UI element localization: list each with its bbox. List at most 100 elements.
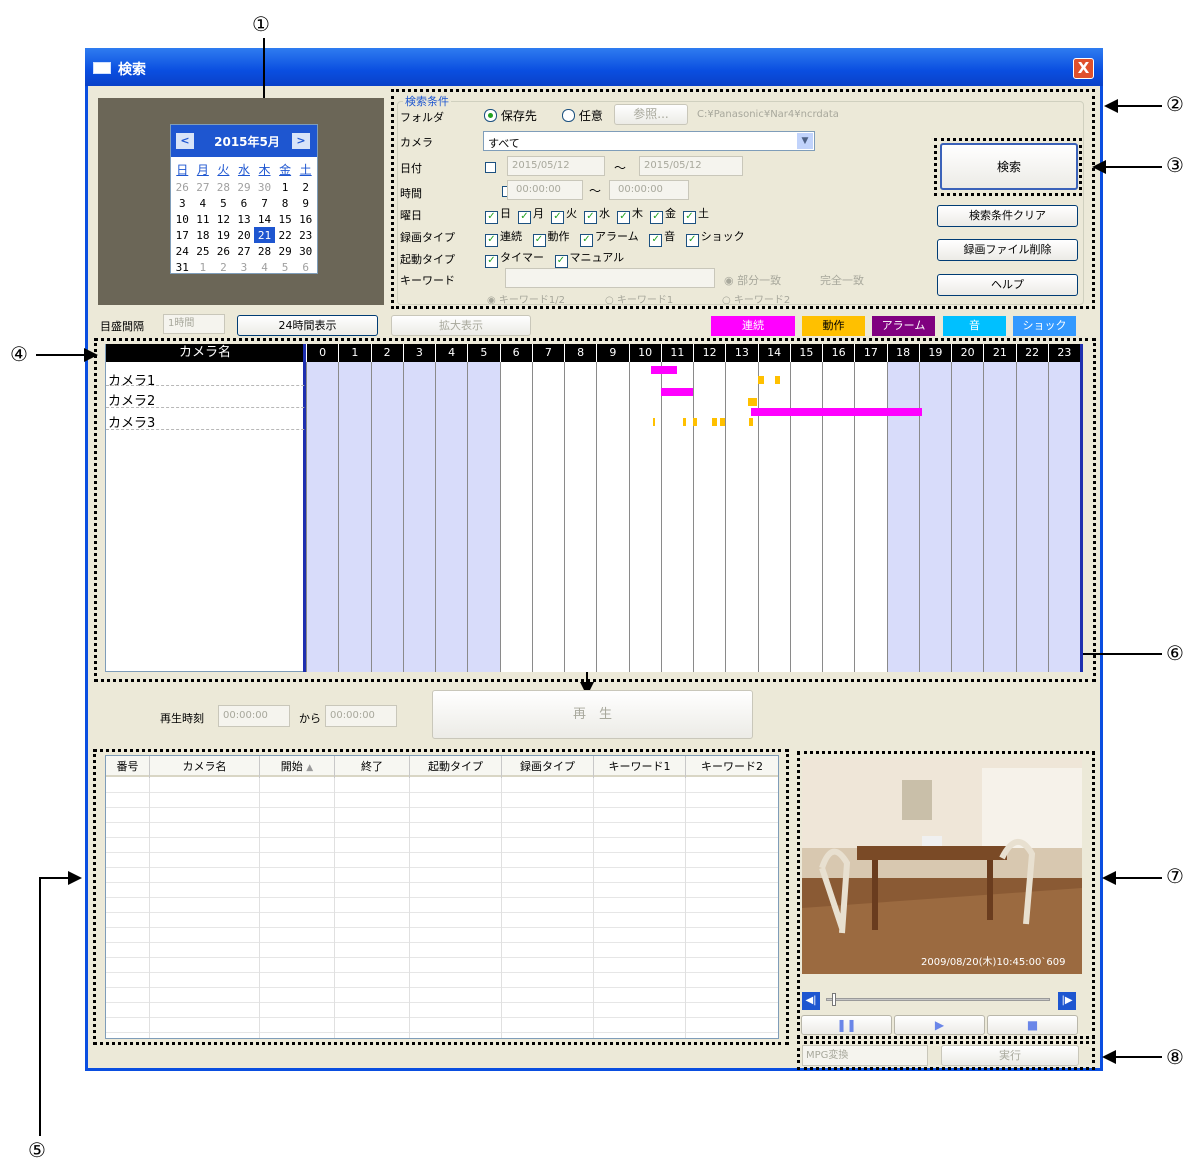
timeline-event-bar[interactable]: [660, 388, 693, 396]
cal-day[interactable]: 18: [193, 227, 214, 243]
column-header[interactable]: 開始 ▲: [260, 756, 335, 778]
cal-day[interactable]: 23: [295, 227, 316, 243]
timeline-event-bar[interactable]: [757, 376, 764, 384]
timeline-event-bar[interactable]: [720, 418, 726, 426]
cal-day[interactable]: 26: [172, 179, 193, 195]
kw2-radio[interactable]: ○ キーワード2: [722, 291, 790, 306]
delete-recording-button[interactable]: 録画ファイル削除: [937, 239, 1078, 261]
kw12-radio[interactable]: ◉ キーワード1/2: [487, 291, 565, 306]
show-24h-button[interactable]: 24時間表示: [237, 315, 378, 336]
zoom-button[interactable]: 拡大表示: [391, 315, 531, 336]
trigger-check-timer[interactable]: ✓ タイマー: [485, 251, 544, 268]
cal-day[interactable]: 4: [193, 195, 214, 211]
convert-select[interactable]: MPG変換: [802, 1045, 928, 1066]
cal-day[interactable]: 30: [254, 179, 275, 195]
weekday-check-sun[interactable]: ✓ 日: [485, 207, 511, 224]
cal-day[interactable]: 14: [254, 211, 275, 227]
cal-day[interactable]: 3: [172, 195, 193, 211]
cal-day[interactable]: 12: [213, 211, 234, 227]
cal-day[interactable]: 15: [275, 211, 296, 227]
timeline-event-bar[interactable]: [747, 398, 758, 406]
kw-exact-radio[interactable]: 完全一致: [820, 272, 864, 288]
cal-day[interactable]: 16: [295, 211, 316, 227]
cal-day[interactable]: 9: [295, 195, 316, 211]
kw1-radio[interactable]: ○ キーワード1: [605, 291, 673, 306]
cal-day[interactable]: 7: [254, 195, 275, 211]
keyword-input[interactable]: [505, 268, 715, 288]
weekday-check-tue[interactable]: ✓ 火: [551, 207, 577, 224]
cal-day[interactable]: 10: [172, 211, 193, 227]
camera-select[interactable]: すべて ▼: [483, 131, 815, 151]
close-button[interactable]: X: [1073, 58, 1094, 79]
clear-conditions-button[interactable]: 検索条件クリア: [937, 205, 1078, 227]
cal-day[interactable]: 2: [213, 259, 234, 275]
cal-day[interactable]: 1: [275, 179, 296, 195]
weekday-check-wed[interactable]: ✓ 水: [584, 207, 610, 224]
time-to-input[interactable]: 00:00:00: [609, 180, 689, 200]
cal-day[interactable]: 3: [234, 259, 255, 275]
column-header[interactable]: カメラ名: [150, 756, 260, 778]
rectype-check-shock[interactable]: ✓ ショック: [685, 230, 745, 247]
timeline-event-bar[interactable]: [749, 418, 753, 426]
column-header[interactable]: 番号: [106, 756, 150, 778]
time-from-input[interactable]: 00:00:00: [507, 180, 583, 200]
weekday-check-thu[interactable]: ✓ 木: [617, 207, 643, 224]
timeline-event-bar[interactable]: [775, 376, 781, 384]
cal-day[interactable]: 27: [193, 179, 214, 195]
help-button[interactable]: ヘルプ: [937, 274, 1078, 296]
column-header[interactable]: 録画タイプ: [502, 756, 594, 778]
column-header[interactable]: 終了: [335, 756, 410, 778]
weekday-check-sat[interactable]: ✓ 土: [683, 207, 709, 224]
timeline-event-bar[interactable]: [652, 418, 655, 426]
browse-button[interactable]: 参照...: [614, 104, 688, 125]
rectype-check-continuous[interactable]: ✓ 連続: [485, 230, 522, 247]
timeline-event-bar[interactable]: [683, 418, 686, 426]
cal-day[interactable]: 11: [193, 211, 214, 227]
step-forward-icon[interactable]: |▶: [1058, 992, 1076, 1010]
cal-day[interactable]: 29: [275, 243, 296, 259]
play-button[interactable]: 再 生: [432, 690, 753, 739]
preview-video[interactable]: [802, 758, 1082, 974]
seek-thumb[interactable]: [832, 993, 836, 1006]
cal-day[interactable]: 17: [172, 227, 193, 243]
rectype-check-sound[interactable]: ✓ 音: [649, 230, 675, 247]
results-table[interactable]: [105, 755, 779, 1039]
stop-icon[interactable]: ■: [987, 1015, 1078, 1035]
cal-day[interactable]: 20: [234, 227, 255, 243]
folder-radio-any[interactable]: 任意: [562, 107, 603, 124]
kw-partial-radio[interactable]: ◉ 部分一致: [724, 272, 781, 288]
playback-from-input[interactable]: 00:00:00: [218, 705, 290, 727]
cal-day[interactable]: 8: [275, 195, 296, 211]
timeline-event-bar[interactable]: [751, 408, 922, 416]
cal-day[interactable]: 4: [254, 259, 275, 275]
execute-button[interactable]: 実行: [941, 1045, 1079, 1066]
title-bar[interactable]: [85, 48, 1103, 86]
cal-day[interactable]: 28: [254, 243, 275, 259]
rectype-check-alarm[interactable]: ✓ アラーム: [580, 230, 639, 247]
cal-day[interactable]: 6: [295, 259, 316, 275]
cal-day[interactable]: 27: [234, 243, 255, 259]
cal-day[interactable]: 22: [275, 227, 296, 243]
folder-radio-save[interactable]: 保存先: [484, 107, 537, 124]
weekday-check-fri[interactable]: ✓ 金: [650, 207, 676, 224]
cal-day[interactable]: 28: [213, 179, 234, 195]
cal-day[interactable]: 25: [193, 243, 214, 259]
trigger-check-manual[interactable]: ✓ マニュアル: [554, 251, 624, 268]
cal-day[interactable]: 29: [234, 179, 255, 195]
cal-day[interactable]: 5: [213, 195, 234, 211]
column-header[interactable]: キーワード2: [686, 756, 778, 778]
calendar-next-button[interactable]: >: [292, 133, 310, 149]
search-button[interactable]: 検索: [940, 143, 1078, 190]
timeline-event-bar[interactable]: [651, 366, 677, 374]
interval-select[interactable]: 1時間: [163, 314, 225, 334]
date-from-input[interactable]: 2015/05/12: [507, 156, 605, 176]
date-checkbox[interactable]: [485, 162, 496, 173]
weekday-check-mon[interactable]: ✓ 月: [518, 207, 544, 224]
step-back-icon[interactable]: ◀|: [802, 992, 820, 1010]
column-header[interactable]: 起動タイプ: [410, 756, 502, 778]
cal-day[interactable]: 26: [213, 243, 234, 259]
pause-icon[interactable]: ❚❚: [801, 1015, 892, 1035]
calendar-prev-button[interactable]: <: [176, 133, 194, 149]
playback-to-input[interactable]: 00:00:00: [325, 705, 397, 727]
cal-day-selected[interactable]: 21: [254, 227, 275, 243]
